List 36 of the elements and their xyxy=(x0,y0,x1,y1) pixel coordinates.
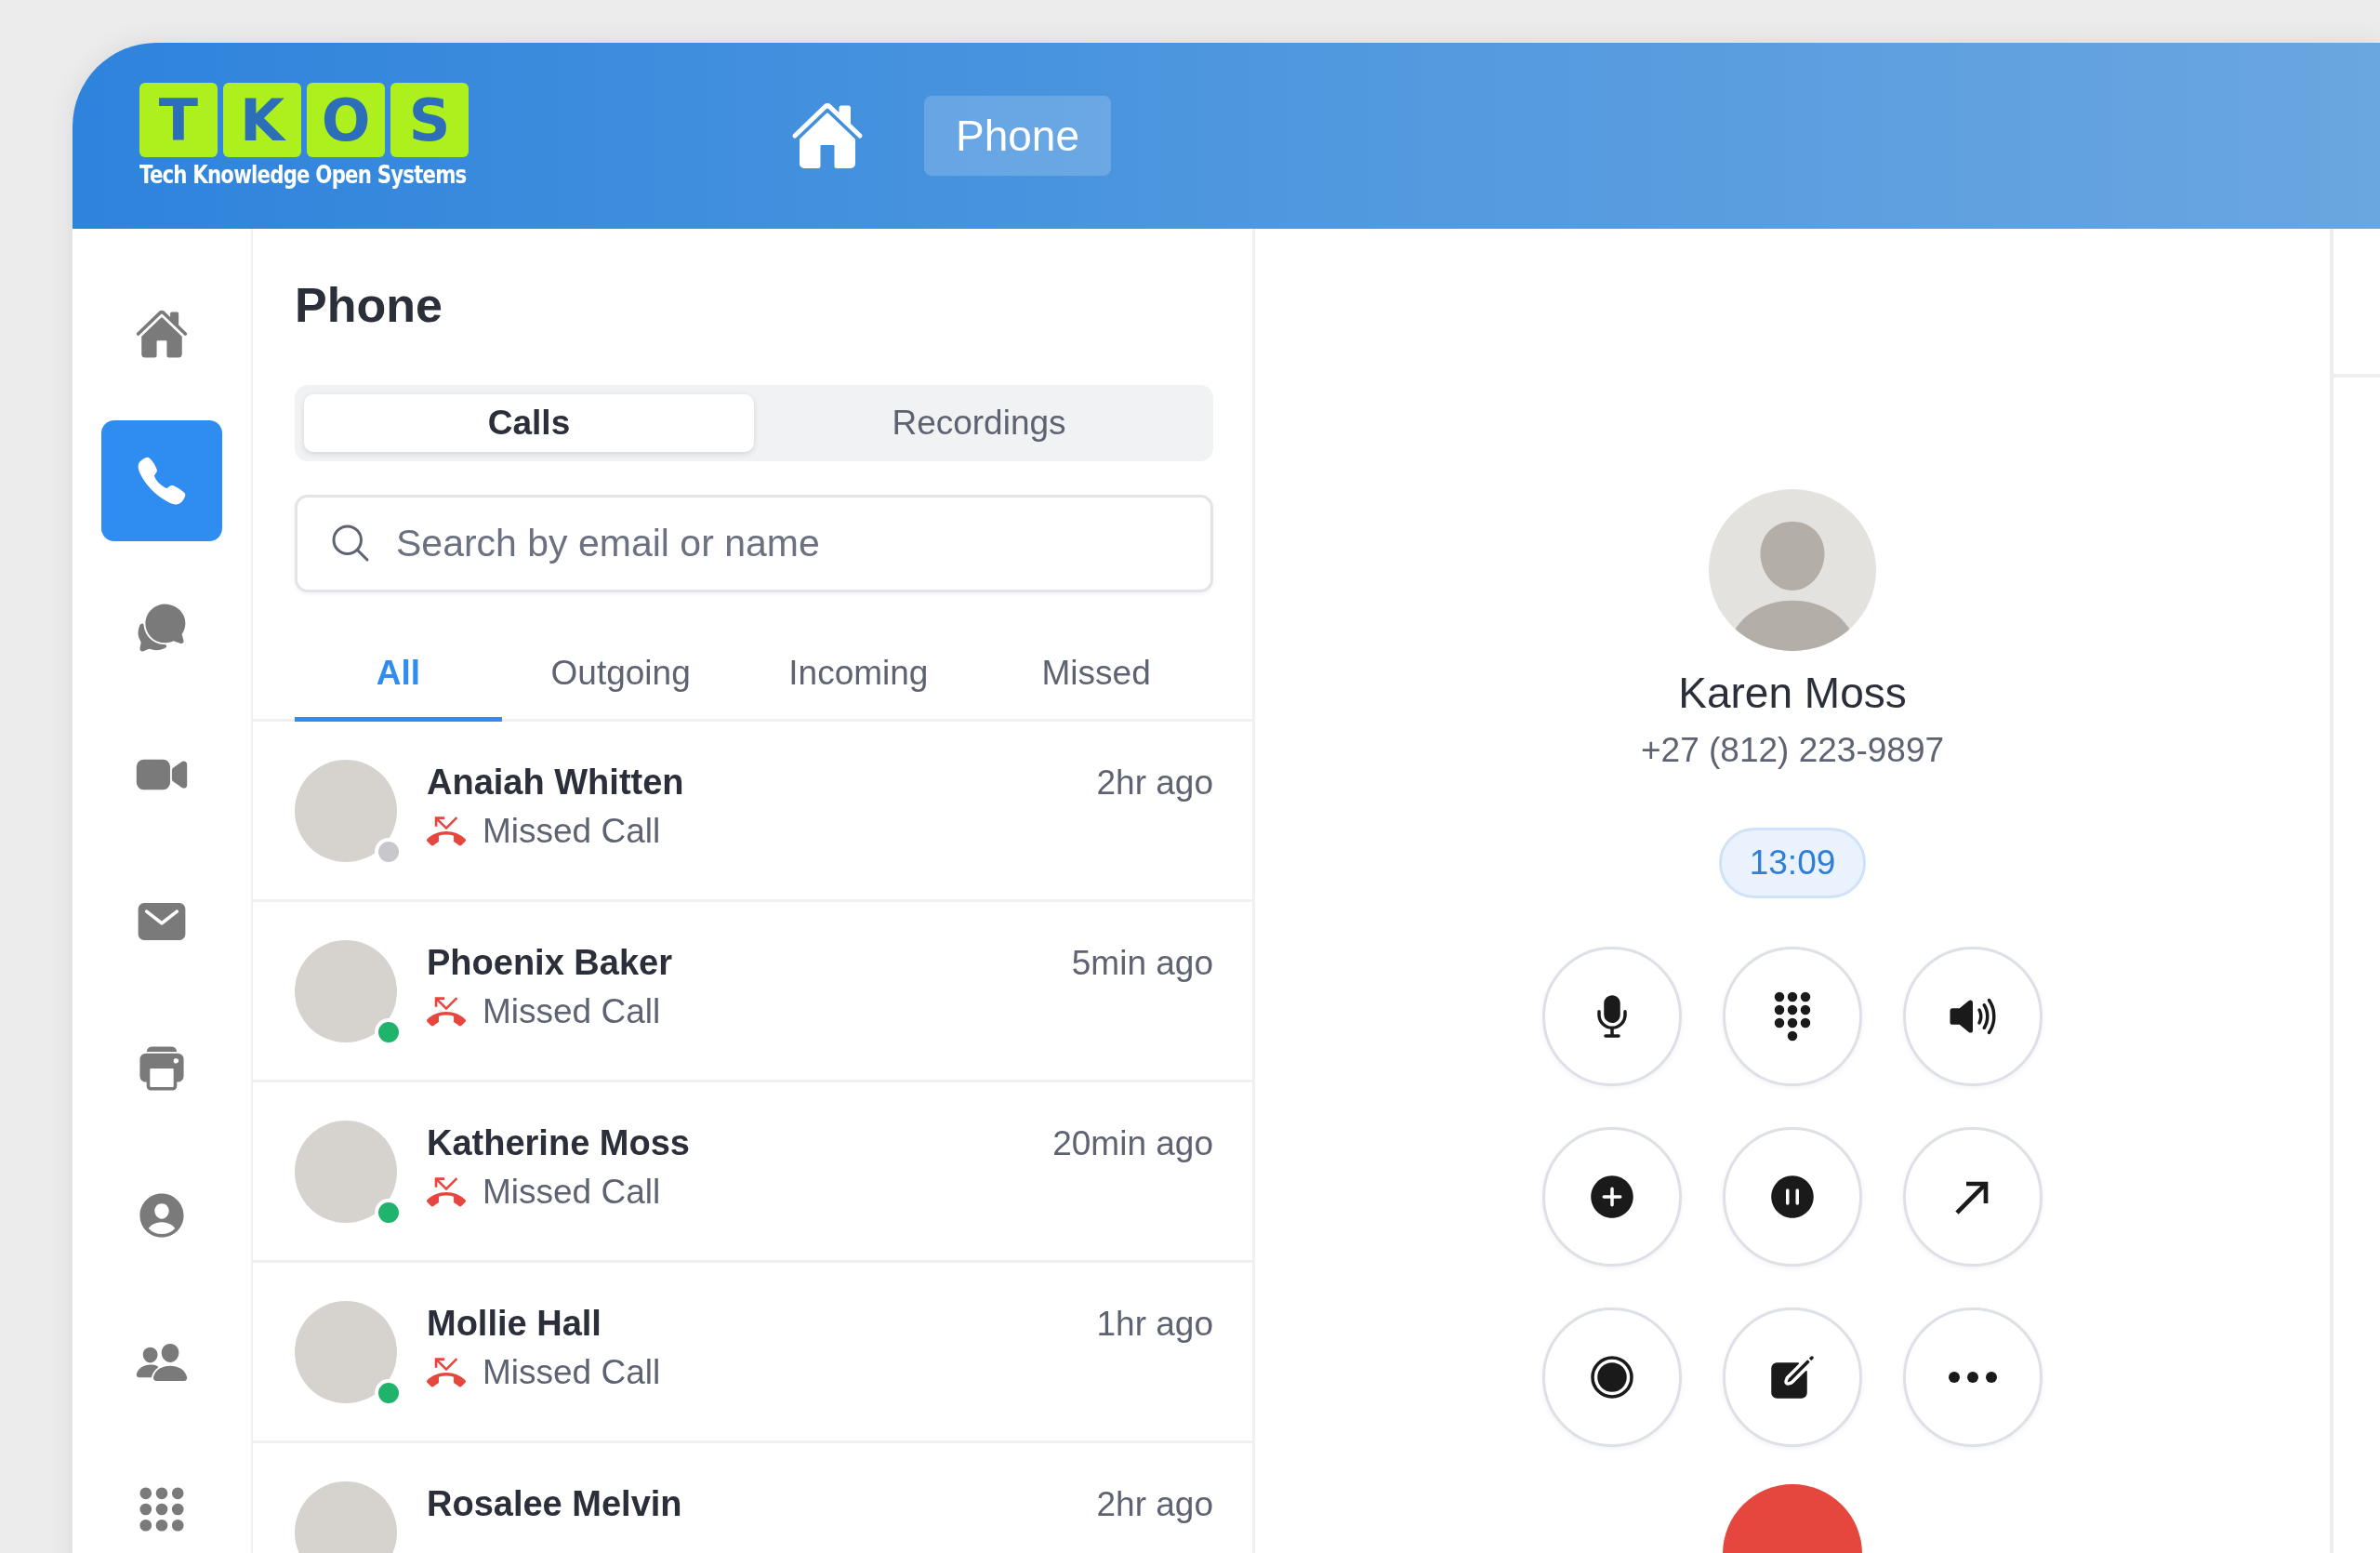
call-row[interactable]: Rosalee Melvin 2hr ago xyxy=(253,1443,1252,1553)
call-time: 5min ago xyxy=(1071,943,1213,983)
phone-nav-item[interactable] xyxy=(101,420,222,541)
caller-name: Phoenix Baker xyxy=(427,943,672,983)
caller-name: Mollie Hall xyxy=(427,1304,602,1344)
filter-tab[interactable]: Incoming xyxy=(739,646,978,722)
call-status: Missed Call xyxy=(483,812,661,851)
call-status: Missed Call xyxy=(483,1173,661,1212)
panel-title: Phone xyxy=(295,277,443,333)
logo-letter: S xyxy=(390,83,469,157)
filter-tab[interactable]: Outgoing xyxy=(501,646,740,722)
call-row[interactable]: Anaiah Whitten 2hr ago Missed Call xyxy=(253,722,1252,902)
call-row[interactable]: Mollie Hall 1hr ago Missed Call xyxy=(253,1263,1252,1443)
more-icon xyxy=(1949,1372,1997,1383)
caller-name: Katherine Moss xyxy=(427,1123,690,1163)
call-status: Missed Call xyxy=(483,1353,661,1392)
call-time: 2hr ago xyxy=(1096,763,1213,803)
call-row[interactable]: Katherine Moss 20min ago Missed Call xyxy=(253,1082,1252,1263)
caller-name: Anaiah Whitten xyxy=(427,763,684,803)
segment-tab[interactable]: Calls xyxy=(304,394,754,452)
filter-tab[interactable]: Missed xyxy=(977,646,1215,722)
search-field[interactable]: Search by email or name xyxy=(295,495,1213,592)
call-time: 2hr ago xyxy=(1096,1484,1213,1524)
call-time: 1hr ago xyxy=(1096,1304,1213,1344)
logo-letter: K xyxy=(223,83,301,157)
logo-tagline: Tech Knowledge Open Systems xyxy=(139,161,467,189)
call-time: 20min ago xyxy=(1052,1123,1213,1163)
caller-name: Rosalee Melvin xyxy=(427,1484,682,1524)
call-status: Missed Call xyxy=(483,992,661,1031)
call-row[interactable]: Phoenix Baker 5min ago Missed Call xyxy=(253,902,1252,1082)
logo-letter: O xyxy=(307,83,385,157)
call-timer: 13:09 xyxy=(1718,828,1867,898)
logo-letter: T xyxy=(139,83,218,157)
contact-phone: +27 (812) 223-9897 xyxy=(1640,731,1945,770)
segment-tab[interactable]: Recordings xyxy=(754,394,1204,452)
contact-name: Karen Moss xyxy=(1678,668,1907,718)
